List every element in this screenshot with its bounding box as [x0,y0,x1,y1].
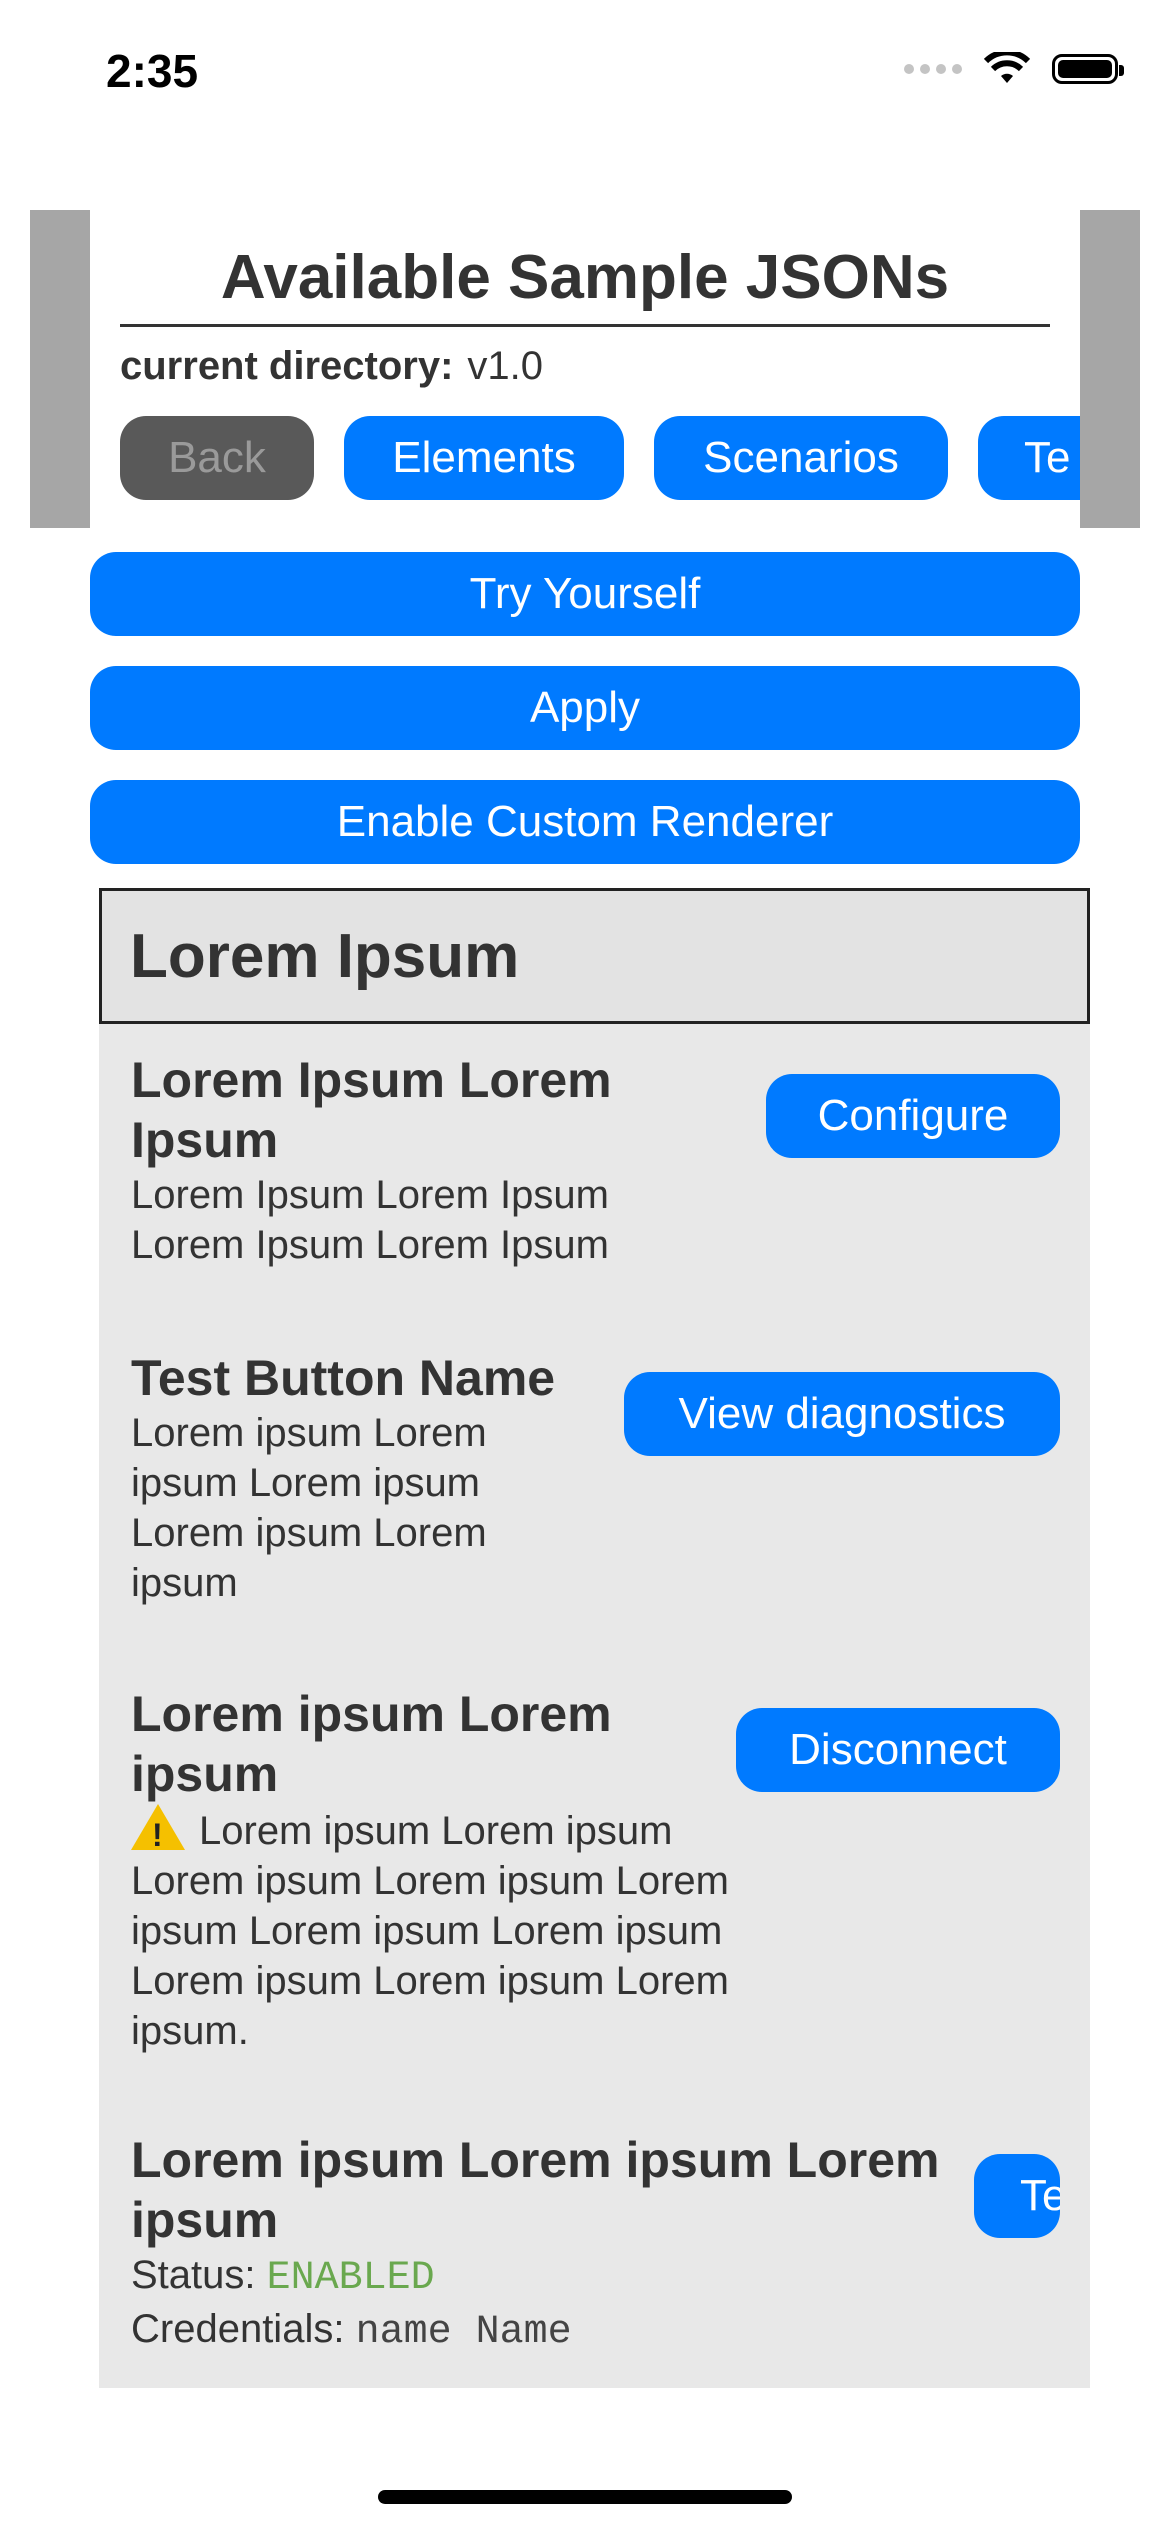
item-title: Lorem ipsum Lorem ipsum [131,1686,612,1802]
apply-button[interactable]: Apply [90,666,1080,750]
item-description: Lorem ipsum Lorem ipsum Lorem ipsum Lore… [131,1804,731,2056]
list-item: Lorem ipsum Lorem ipsum Lorem ipsum Lore… [131,1684,1060,2056]
home-indicator[interactable] [378,2490,792,2504]
item-description: Lorem ipsum Lorem ipsum Lorem ipsum Lore… [131,1411,487,1605]
item-title: Lorem Ipsum Lorem Ipsum [131,1052,612,1168]
status-label: Status: [131,2253,256,2297]
try-yourself-button[interactable]: Try Yourself [90,552,1080,636]
scenarios-button[interactable]: Scenarios [654,416,948,500]
back-button[interactable]: Back [120,416,314,500]
configure-button[interactable]: Configure [766,1074,1060,1158]
list-item: Test Button Name Lorem ipsum Lorem ipsum… [131,1348,1060,1608]
directory-value: v1.0 [467,344,544,388]
battery-icon [1052,54,1124,84]
item-status: Status: ENABLED [131,2250,1060,2304]
wifi-icon [984,52,1030,83]
warning-icon [131,1804,185,1860]
list-item: Lorem ipsum Lorem ipsum Lorem ipsum Stat… [131,2130,1060,2358]
item-description-text: Lorem ipsum Lorem ipsum Lorem ipsum Lore… [131,1809,729,2053]
te-item-button[interactable]: Te [974,2154,1060,2238]
page-title: Available Sample JSONs [220,243,950,312]
status-time: 2:35 [106,45,199,97]
list-header-title: Lorem Ipsum [130,922,520,991]
header-card: Available Sample JSONs current directory… [90,210,1080,528]
enable-custom-renderer-button[interactable]: Enable Custom Renderer [90,780,1080,864]
status-value: ENABLED [266,2256,435,2301]
current-directory: current directory: v1.0 [120,344,543,389]
signal-dots-icon [904,64,962,74]
status-icons [904,52,1124,86]
credentials-value: name Name [355,2310,572,2355]
header-left-edge [30,210,90,528]
item-title: Lorem ipsum Lorem ipsum Lorem ipsum [131,2132,940,2248]
item-title: Test Button Name [131,1350,556,1406]
list-item: Lorem Ipsum Lorem Ipsum Lorem Ipsum Lore… [131,1050,1060,1270]
item-description: Lorem Ipsum Lorem Ipsum Lorem Ipsum Lore… [131,1173,609,1267]
header-right-edge [1080,210,1140,528]
disconnect-button[interactable]: Disconnect [736,1708,1060,1792]
credentials-label: Credentials: [131,2307,345,2351]
item-credentials: Credentials: name Name [131,2304,1060,2358]
list-body: Lorem Ipsum Lorem Ipsum Lorem Ipsum Lore… [99,1024,1090,2388]
elements-button[interactable]: Elements [344,416,624,500]
directory-label: current directory: [120,344,454,388]
title-divider [120,324,1050,327]
directory-nav: Back Elements Scenarios Te [120,416,1080,500]
list-header: Lorem Ipsum [99,888,1090,1024]
view-diagnostics-button[interactable]: View diagnostics [624,1372,1060,1456]
te-button[interactable]: Te [978,416,1080,500]
